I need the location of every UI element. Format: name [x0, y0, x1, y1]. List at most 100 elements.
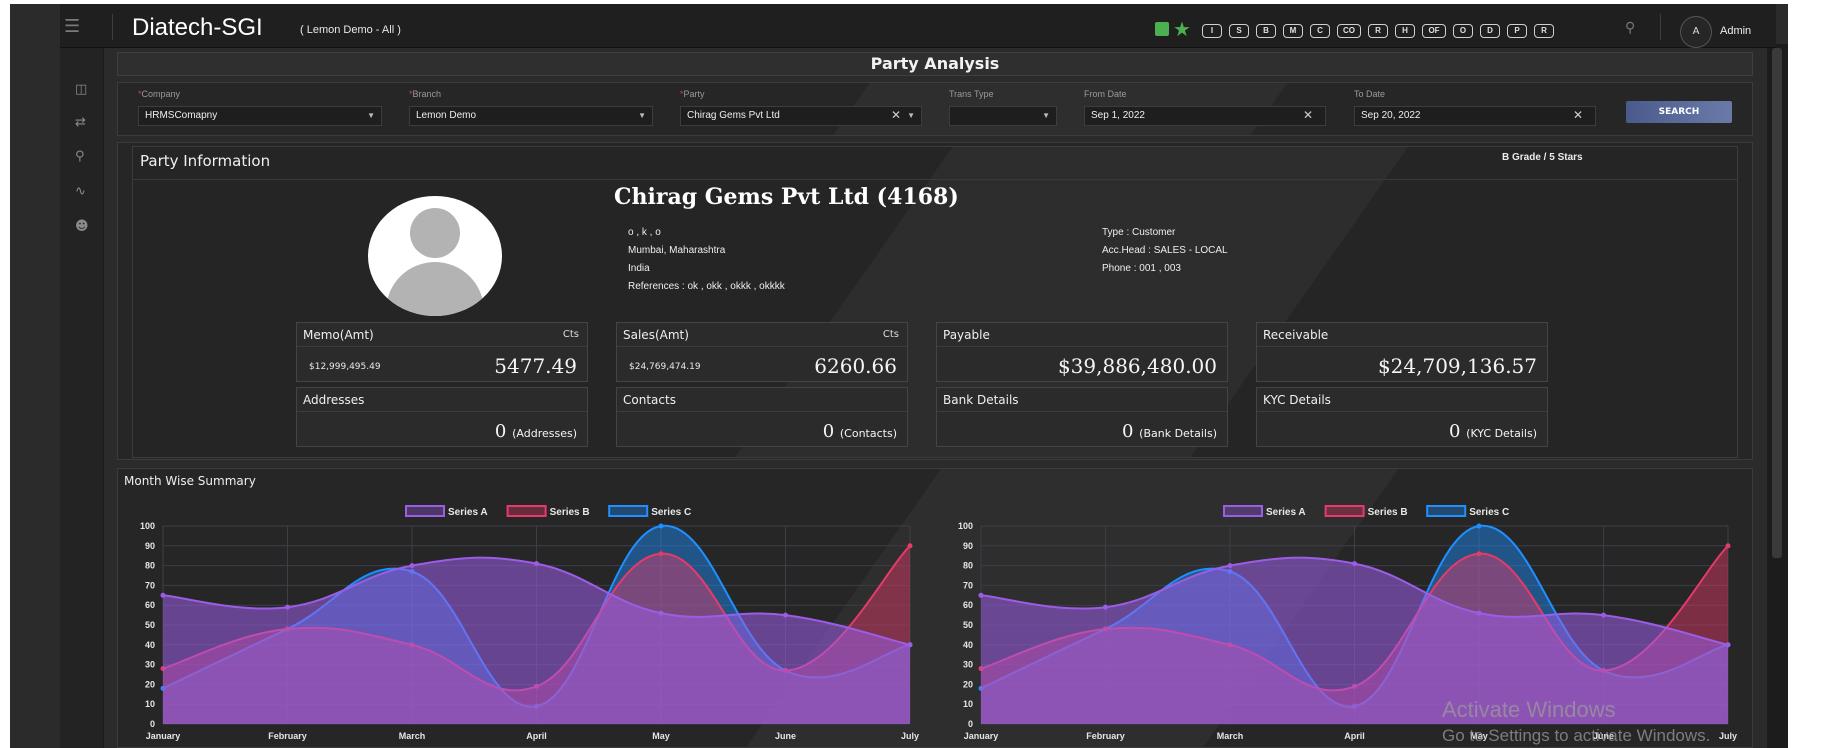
quick-button-b-2[interactable]: B [1256, 24, 1276, 38]
addresses-card[interactable]: Addresses 0 (Addresses) [296, 387, 588, 447]
branch-label: *Branch [409, 89, 442, 99]
legend-item[interactable]: Series B [1324, 505, 1408, 518]
quick-button-m-3[interactable]: M [1283, 24, 1303, 38]
quick-button-c-4[interactable]: C [1310, 24, 1330, 38]
quick-button-p-11[interactable]: P [1507, 24, 1527, 38]
data-point[interactable] [658, 610, 664, 616]
party-name: Chirag Gems Pvt Ltd (4168) [614, 184, 959, 210]
memo-value: 5477.49 [494, 354, 577, 378]
clear-icon[interactable]: ✕ [891, 106, 901, 124]
y-tick-label: 70 [145, 580, 155, 590]
data-point[interactable] [1476, 551, 1482, 557]
avatar[interactable]: A [1680, 16, 1712, 48]
data-point[interactable] [285, 604, 290, 610]
quick-button-i-0[interactable]: I [1202, 24, 1222, 38]
data-point[interactable] [1601, 612, 1606, 618]
data-point[interactable] [907, 642, 913, 648]
chart-right: Series A Series B Series C 0 10 20 30 40 50 60 70 8… [958, 505, 1737, 741]
y-tick-label: 20 [963, 679, 973, 689]
data-point[interactable] [1352, 561, 1357, 567]
data-point[interactable] [658, 551, 664, 557]
contacts-card[interactable]: Contacts 0 (Contacts) [616, 387, 908, 447]
data-point[interactable] [783, 612, 788, 618]
quick-button-h-7[interactable]: H [1395, 24, 1415, 38]
data-point[interactable] [534, 561, 539, 567]
data-point[interactable] [1725, 543, 1731, 549]
address-line: o , k , o [628, 227, 661, 238]
branch-select[interactable]: Lemon Demo ▼ [409, 106, 653, 126]
brand-title: Diatech-SGI [132, 14, 263, 41]
quick-button-of-8[interactable]: OF [1422, 24, 1446, 38]
legend-label: Series A [1266, 507, 1306, 518]
summary-title: Month Wise Summary [124, 474, 256, 488]
card-title: Addresses [297, 388, 587, 412]
y-tick-label: 100 [958, 521, 973, 531]
x-tick-label: March [1217, 731, 1244, 741]
scrollbar-thumb[interactable] [1772, 48, 1782, 558]
data-point[interactable] [1476, 610, 1482, 616]
data-point[interactable] [409, 563, 415, 569]
data-point[interactable] [978, 592, 984, 598]
legend-item[interactable]: Series B [506, 505, 590, 518]
acc-head-line: Acc.Head : SALES - LOCAL [1102, 245, 1228, 256]
data-point[interactable] [907, 543, 913, 549]
chevron-down-icon: ▼ [907, 111, 915, 120]
calculator-icon[interactable] [1155, 22, 1169, 36]
data-point[interactable] [1476, 523, 1482, 529]
clear-icon[interactable]: ✕ [1573, 106, 1583, 124]
user-icon[interactable]: ☻ [75, 219, 89, 234]
quick-button-r-6[interactable]: R [1368, 24, 1388, 38]
bank-details-count: 0 (Bank Details) [1121, 421, 1217, 442]
card-unit: Cts [882, 329, 899, 340]
from-date-input[interactable]: Sep 1, 2022 ✕ [1084, 106, 1326, 126]
data-point[interactable] [1227, 563, 1233, 569]
quick-button-o-9[interactable]: O [1453, 24, 1473, 38]
search-button[interactable]: SEARCH [1626, 101, 1732, 123]
clear-icon[interactable]: ✕ [1303, 106, 1313, 124]
y-tick-label: 50 [145, 620, 155, 630]
receivable-value: $24,709,136.57 [1377, 354, 1537, 378]
card-title: Sales(Amt) [617, 323, 907, 347]
kyc-details-card[interactable]: KYC Details 0 (KYC Details) [1256, 387, 1548, 447]
grade-badge: B Grade / 5 Stars [1502, 152, 1583, 163]
menu-icon[interactable]: ☰ [64, 16, 80, 37]
data-point[interactable] [160, 592, 166, 598]
activity-icon[interactable]: ∿ [75, 184, 86, 199]
y-tick-label: 40 [963, 640, 973, 650]
chevron-down-icon: ▼ [638, 111, 646, 120]
star-icon[interactable]: ★ [1173, 17, 1191, 41]
quick-button-d-10[interactable]: D [1480, 24, 1500, 38]
data-point[interactable] [1725, 642, 1731, 648]
transfer-icon[interactable]: ⇄ [75, 115, 86, 130]
search-icon[interactable]: ⚲ [75, 149, 85, 164]
section-title: Party Information [140, 152, 271, 170]
quick-button-co-5[interactable]: CO [1337, 24, 1361, 38]
legend-swatch [1324, 505, 1365, 517]
data-point[interactable] [658, 523, 664, 529]
company-select[interactable]: HRMSComapny ▼ [138, 106, 382, 126]
user-name[interactable]: Admin [1720, 25, 1751, 37]
legend-item[interactable]: Series A [1223, 505, 1306, 518]
chart-left: Series A Series B Series C 0 10 20 30 40 50 60 70 8… [140, 505, 919, 741]
scrollbar[interactable] [1767, 44, 1788, 748]
data-point[interactable] [1103, 604, 1108, 610]
sales-card: Sales(Amt) Cts $24,769,474.19 6260.66 [616, 322, 908, 382]
references-line: References : ok , okk , okkk , okkkk [628, 281, 785, 292]
legend-item[interactable]: Series C [608, 505, 691, 518]
trans-type-select[interactable]: ▼ [949, 106, 1057, 126]
dashboard-icon[interactable]: ◫ [75, 82, 87, 97]
legend-item[interactable]: Series C [1426, 505, 1509, 518]
party-select[interactable]: Chirag Gems Pvt Ltd ✕ ▼ [680, 106, 922, 126]
sidebar: ◫ ⇄ ⚲ ∿ ☻ [60, 4, 104, 748]
to-date-input[interactable]: Sep 20, 2022 ✕ [1354, 106, 1596, 126]
search-icon[interactable]: ⚲ [1625, 20, 1635, 36]
chevron-down-icon: ▼ [1042, 111, 1050, 120]
x-tick-label: March [399, 731, 426, 741]
quick-button-s-1[interactable]: S [1229, 24, 1249, 38]
quick-button-r-12[interactable]: R [1534, 24, 1554, 38]
party-meta: Type : Customer Acc.Head : SALES - LOCAL… [1102, 224, 1228, 278]
series-area [981, 557, 1728, 724]
legend-label: Series C [1469, 507, 1509, 518]
bank-details-card[interactable]: Bank Details 0 (Bank Details) [936, 387, 1228, 447]
legend-item[interactable]: Series A [405, 505, 488, 518]
